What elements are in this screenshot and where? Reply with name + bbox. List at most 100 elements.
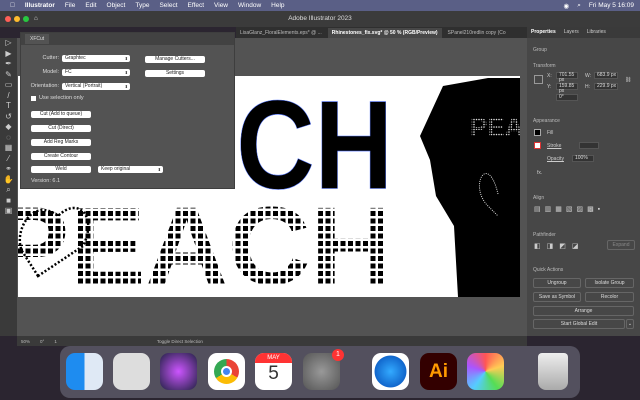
weld-option-select[interactable]: Keep original (98, 166, 163, 173)
type-tool-icon[interactable]: T (0, 101, 17, 112)
xfcut-tab[interactable]: XFCut (25, 34, 50, 44)
curvature-tool-icon[interactable]: ✎ (0, 70, 17, 81)
constrain-proportions-icon[interactable]: ⛓ (625, 77, 631, 83)
gradient-tool-icon[interactable]: ▦ (0, 143, 17, 154)
launchpad-icon[interactable] (113, 353, 150, 390)
save-as-symbol-button[interactable]: Save as Symbol (533, 292, 581, 302)
wifi-icon[interactable]: ◉ (564, 2, 570, 10)
w-field[interactable]: 683.9 px (594, 72, 618, 79)
expand-button[interactable]: Expand (607, 240, 635, 250)
reference-point-icon[interactable] (534, 75, 543, 84)
opacity-field[interactable]: 100% (572, 155, 594, 162)
cutter-label: Cutter: (42, 55, 59, 61)
eyedropper-tool-icon[interactable]: ⁄ (0, 154, 17, 165)
pathfinder-icons[interactable]: ◧◨◩◪ (534, 242, 584, 250)
artboard-number[interactable]: 1 (54, 339, 57, 344)
menu-edit[interactable]: Edit (85, 2, 96, 9)
trash-icon[interactable] (538, 353, 568, 390)
calendar-icon[interactable]: MAY 5 (255, 353, 292, 390)
add-reg-marks-button[interactable]: Add Reg Marks (31, 139, 91, 146)
home-icon[interactable]: ⌂ (34, 11, 38, 27)
version-label: Version: 6.1 (31, 178, 61, 184)
menu-view[interactable]: View (214, 2, 228, 9)
tshirt[interactable] (420, 78, 520, 297)
opacity-label[interactable]: Opacity (547, 156, 564, 162)
zoom-button[interactable] (23, 16, 29, 22)
doc-tab[interactable]: LisaGlanz_FloralElements.eps* @ ... (240, 30, 322, 36)
create-contour-button[interactable]: Create Contour (31, 153, 91, 160)
clock[interactable]: Fri May 5 16:09 (589, 2, 634, 10)
calendar-month: MAY (255, 353, 292, 363)
doc-tab-active[interactable]: Rhinestones_fix.svg* @ 50 % (RGB/Preview… (327, 27, 442, 38)
stroke-swatch[interactable] (534, 142, 541, 149)
rectangle-tool-icon[interactable]: ▭ (0, 80, 17, 91)
minimize-button[interactable] (14, 16, 20, 22)
fill-swatch[interactable] (534, 129, 541, 136)
menu-object[interactable]: Object (107, 2, 126, 9)
manage-cutters-button[interactable]: Manage Cutters... (145, 56, 205, 63)
direct-selection-tool-icon[interactable]: ▶ (0, 49, 17, 60)
start-global-edit-button[interactable]: Start Global Edit (533, 319, 625, 329)
doc-tab[interactable]: SPanel210redlin copy (Co (448, 30, 506, 36)
tab-libraries[interactable]: Libraries (587, 27, 606, 38)
stroke-weight-field[interactable] (579, 142, 599, 149)
lasso-tool-icon[interactable]: ◌ (0, 133, 17, 144)
chevron-down-icon[interactable]: ⌄ (626, 319, 634, 329)
cutter-select[interactable]: Graphtec (62, 55, 130, 62)
h-field[interactable]: 229.9 px (594, 83, 618, 90)
rotate-tool-icon[interactable]: ↺ (0, 112, 17, 123)
cut-direct-button[interactable]: Cut (Direct) (31, 125, 91, 132)
selection-tool-icon[interactable]: ▷ (0, 38, 17, 49)
search-icon[interactable]: ⌕ (577, 2, 581, 10)
fill-stroke-icon[interactable]: ■ (0, 196, 17, 207)
chrome-icon[interactable] (208, 353, 245, 390)
selection-type: Group (533, 47, 547, 53)
screen-mode-icon[interactable]: ▣ (0, 206, 17, 217)
menu-select[interactable]: Select (159, 2, 177, 9)
align-icons[interactable]: ▤▥▦▧▨▩▪ (534, 205, 604, 213)
brush-tool-icon[interactable]: / (0, 91, 17, 102)
use-selection-checkbox[interactable] (31, 96, 36, 101)
eraser-tool-icon[interactable]: ◆ (0, 122, 17, 133)
menu-app[interactable]: Illustrator (25, 2, 55, 9)
stroke-label[interactable]: Stroke (547, 143, 561, 149)
menu-effect[interactable]: Effect (188, 2, 205, 9)
rotate-field[interactable]: 0° (556, 94, 578, 101)
finder-icon[interactable] (66, 353, 103, 390)
illustrator-icon[interactable]: Ai (420, 353, 457, 390)
arrange-button[interactable]: Arrange (533, 306, 634, 316)
system-preferences-icon[interactable]: 1 (303, 349, 344, 390)
zoom-level[interactable]: 50% (21, 339, 30, 344)
zoom-tool-icon[interactable]: ⌕ (0, 185, 17, 196)
pixelmator-icon[interactable] (467, 353, 504, 390)
cut-queue-button[interactable]: Cut (Add to queue) (31, 111, 91, 118)
ungroup-button[interactable]: Ungroup (533, 278, 581, 288)
x-field[interactable]: 701.55 px (556, 72, 578, 83)
dot-text[interactable]: PEACH (18, 185, 393, 297)
notification-badge: 1 (332, 349, 344, 361)
tab-layers[interactable]: Layers (564, 27, 579, 38)
isolate-group-button[interactable]: Isolate Group (585, 278, 634, 288)
orientation-select[interactable]: Vertical (Portrait) (62, 83, 130, 90)
menu-help[interactable]: Help (271, 2, 284, 9)
siri-icon[interactable] (160, 353, 197, 390)
model-select[interactable]: FC (62, 69, 130, 76)
recolor-button[interactable]: Recolor (585, 292, 634, 302)
tool-status[interactable]: Toggle Direct Selection (157, 339, 203, 344)
fx-button[interactable]: fx. (537, 170, 542, 176)
weld-button[interactable]: Weld (31, 166, 91, 173)
hand-tool-icon[interactable]: ✋ (0, 175, 17, 186)
close-button[interactable] (5, 16, 11, 22)
menu-file[interactable]: File (65, 2, 75, 9)
tab-properties[interactable]: Properties (531, 27, 556, 38)
menu-type[interactable]: Type (135, 2, 149, 9)
blend-tool-icon[interactable]: ⚭ (0, 164, 17, 175)
safari-icon[interactable] (372, 353, 409, 390)
apple-icon[interactable]:  (10, 2, 15, 9)
y-field[interactable]: 159.85 px (556, 83, 578, 94)
menu-window[interactable]: Window (238, 2, 261, 9)
orientation-label: Orientation: (30, 83, 59, 89)
rotation-value[interactable]: 0° (40, 339, 44, 344)
pen-tool-icon[interactable]: ✒ (0, 59, 17, 70)
settings-button[interactable]: Settings (145, 70, 205, 77)
